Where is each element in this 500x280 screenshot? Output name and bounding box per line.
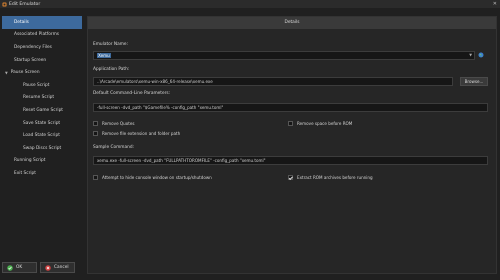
remove-quotes-label: Remove Quotes bbox=[102, 121, 135, 126]
sidebar-item-label: Details bbox=[14, 19, 29, 25]
sidebar-item-label: Associated Platforms bbox=[14, 32, 60, 38]
check-icon bbox=[7, 264, 13, 271]
sidebar-item-label: Running Script bbox=[14, 158, 46, 164]
sidebar: Details Associated Platforms Dependency … bbox=[2, 16, 82, 280]
sidebar-item-label: Reset Game Script bbox=[23, 107, 63, 113]
sidebar-item-label: Load State Script bbox=[23, 133, 60, 139]
sidebar-item-label: Startup Screen bbox=[14, 57, 47, 63]
default-cmdline-label: Default Command-Line Parameters: bbox=[93, 91, 171, 96]
extract-rom-box[interactable] bbox=[288, 175, 293, 180]
cancel-icon bbox=[45, 264, 51, 271]
chevron-down-icon[interactable]: ▼ bbox=[469, 52, 472, 59]
hide-console-checkbox[interactable]: Attempt to hide console window on startu… bbox=[93, 175, 212, 180]
application-path-label: Application Path: bbox=[93, 67, 130, 72]
sidebar-item-label: Pause Script bbox=[23, 82, 50, 88]
ok-label: OK bbox=[16, 265, 23, 270]
sidebar-item-pause-script[interactable]: Pause Script bbox=[2, 79, 82, 92]
emulator-name-combobox[interactable]: Xemu ▼ bbox=[93, 51, 475, 60]
sidebar-item-startup-screen[interactable]: Startup Screen bbox=[2, 54, 82, 67]
sidebar-item-resume-script[interactable]: Resume Script bbox=[2, 92, 82, 105]
remove-extension-box[interactable] bbox=[93, 131, 98, 136]
details-panel: Details Emulator Name: Xemu ▼ Applicatio… bbox=[87, 16, 497, 274]
default-cmdline-input[interactable]: -full-screen -dvd_path "$Gamefile% -conf… bbox=[93, 103, 488, 112]
sidebar-item-exit-script[interactable]: Exit Script bbox=[2, 167, 82, 180]
sidebar-item-label: Exit Script bbox=[14, 170, 36, 176]
globe-icon[interactable] bbox=[478, 52, 484, 58]
sample-command-label: Sample Command: bbox=[93, 145, 135, 150]
sidebar-item-label: Resume Script bbox=[23, 95, 55, 101]
sidebar-item-swap-discs-script[interactable]: Swap Discs Script bbox=[2, 142, 82, 155]
title-bar: Edit Emulator ✕ bbox=[0, 0, 500, 8]
sidebar-item-dependency-files[interactable]: Dependency Files bbox=[2, 41, 82, 54]
application-path-input[interactable]: ..\Arcade\emulators\xemu-win-x86_64-rele… bbox=[93, 77, 453, 86]
sidebar-item-load-state-script[interactable]: Load State Script bbox=[2, 129, 82, 142]
remove-quotes-checkbox[interactable]: Remove Quotes bbox=[93, 121, 135, 126]
sidebar-item-running-script[interactable]: Running Script bbox=[2, 155, 82, 168]
hide-console-label: Attempt to hide console window on startu… bbox=[102, 175, 212, 180]
emulator-name-label: Emulator Name: bbox=[93, 42, 129, 47]
sample-command-field: xemu.exe -full-screen -dvd_path "FULLPAT… bbox=[93, 156, 488, 165]
cancel-button[interactable]: Cancel bbox=[40, 262, 75, 273]
sidebar-item-label: Dependency Files bbox=[14, 44, 52, 50]
chevron-down-icon[interactable]: ▼ bbox=[5, 71, 8, 75]
remove-extension-checkbox[interactable]: Remove file extension and folder path bbox=[93, 131, 180, 136]
sidebar-item-label: Pause Screen bbox=[10, 70, 40, 76]
sidebar-item-label: Save State Script bbox=[23, 120, 61, 126]
close-icon[interactable]: ✕ bbox=[493, 0, 497, 8]
extract-rom-label: Extract ROM archives before running bbox=[297, 175, 373, 180]
remove-space-label: Remove space before ROM bbox=[297, 121, 353, 126]
app-icon bbox=[2, 2, 7, 7]
sidebar-item-label: Swap Discs Script bbox=[23, 145, 62, 151]
hide-console-box[interactable] bbox=[93, 175, 98, 180]
sidebar-item-details[interactable]: Details bbox=[2, 16, 82, 29]
remove-extension-label: Remove file extension and folder path bbox=[102, 131, 181, 136]
window-title: Edit Emulator bbox=[9, 1, 41, 7]
extract-rom-checkbox[interactable]: Extract ROM archives before running bbox=[288, 175, 373, 180]
panel-header: Details bbox=[88, 17, 496, 29]
cancel-label: Cancel bbox=[54, 265, 69, 270]
sidebar-item-save-state-script[interactable]: Save State Script bbox=[2, 117, 82, 130]
sidebar-item-pause-screen[interactable]: ▼ Pause Screen bbox=[2, 66, 82, 79]
browse-button[interactable]: Browse... bbox=[460, 77, 488, 86]
sidebar-item-associated-platforms[interactable]: Associated Platforms bbox=[2, 29, 82, 42]
sidebar-item-reset-game-script[interactable]: Reset Game Script bbox=[2, 104, 82, 117]
emulator-name-value: Xemu bbox=[97, 53, 111, 58]
remove-space-checkbox[interactable]: Remove space before ROM bbox=[288, 121, 352, 126]
remove-quotes-box[interactable] bbox=[93, 121, 98, 126]
remove-space-box[interactable] bbox=[288, 121, 293, 126]
ok-button[interactable]: OK bbox=[2, 262, 37, 273]
